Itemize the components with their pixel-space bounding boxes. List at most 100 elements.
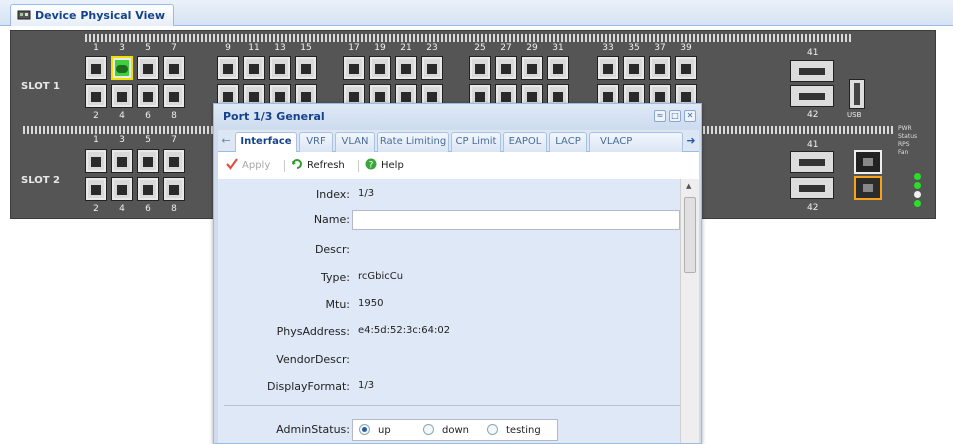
- tab-vrf[interactable]: VRF: [299, 132, 333, 152]
- device-icon: [17, 10, 31, 20]
- ethernet-port[interactable]: [469, 56, 491, 80]
- status-led: [914, 173, 921, 180]
- sfp-number: 41: [807, 140, 819, 150]
- field-vendordescr: VendorDescr:: [218, 349, 680, 371]
- tab-vlan[interactable]: VLAN: [335, 132, 375, 152]
- admin-down-radio[interactable]: down: [423, 424, 469, 436]
- port-number-label: 5: [145, 43, 151, 53]
- ethernet-port[interactable]: [597, 56, 619, 80]
- radio-checked-icon: [359, 424, 370, 435]
- tab-lacp[interactable]: LACP: [549, 132, 587, 152]
- usb-port[interactable]: [849, 79, 865, 109]
- ethernet-port[interactable]: [395, 56, 417, 80]
- refresh-icon: [292, 159, 302, 169]
- radio-unchecked-icon: [487, 424, 498, 435]
- port-number-label: 3: [119, 43, 125, 53]
- sfp-port-42[interactable]: [790, 177, 834, 199]
- legend-pwr: PWR: [898, 125, 912, 132]
- port-number-label: 35: [628, 43, 640, 53]
- ethernet-port[interactable]: [675, 56, 697, 80]
- sfp-number: 41: [807, 48, 819, 58]
- admin-up-radio[interactable]: up: [359, 424, 391, 436]
- help-label: Help: [381, 160, 404, 171]
- ethernet-port[interactable]: [85, 84, 107, 108]
- ethernet-port[interactable]: [137, 84, 159, 108]
- port-number-label: 37: [654, 43, 666, 53]
- ethernet-port[interactable]: [547, 56, 569, 80]
- tab-scroll-left-icon[interactable]: ←: [220, 134, 232, 148]
- status-legend: PWR Status RPS Fan: [898, 125, 917, 157]
- management-port[interactable]: [854, 176, 882, 200]
- ethernet-port[interactable]: [269, 56, 291, 80]
- help-button[interactable]: ? Help: [365, 158, 404, 174]
- field-type: Type: rcGbicCu: [218, 267, 680, 289]
- ethernet-port[interactable]: [85, 56, 107, 80]
- refresh-button[interactable]: Refresh: [291, 158, 345, 174]
- tab-cp-limit[interactable]: CP Limit: [451, 132, 501, 152]
- toolbar-separator: [284, 160, 285, 172]
- ethernet-port[interactable]: [421, 56, 443, 80]
- dialog-toolbar: Apply Refresh ? Help: [218, 152, 699, 179]
- admin-testing-radio[interactable]: testing: [487, 424, 541, 436]
- legend-fan: Fan: [898, 149, 909, 156]
- maximize-icon[interactable]: □: [669, 110, 681, 122]
- port-number-label: 25: [474, 43, 486, 53]
- field-displayformat: DisplayFormat: 1/3: [218, 376, 680, 398]
- toolbar-separator: [358, 160, 359, 172]
- name-input[interactable]: [352, 210, 680, 230]
- physaddress-label: PhysAddress:: [276, 325, 350, 338]
- ethernet-port[interactable]: [163, 56, 185, 80]
- tab-interface[interactable]: Interface: [235, 132, 297, 153]
- index-label: Index:: [316, 188, 350, 201]
- tab-device-physical-view[interactable]: Device Physical View: [10, 4, 174, 26]
- console-port[interactable]: [854, 150, 882, 174]
- scroll-up-icon[interactable]: ▲: [686, 182, 691, 190]
- vendordescr-label: VendorDescr:: [276, 353, 350, 366]
- ethernet-port[interactable]: [623, 56, 645, 80]
- descr-label: Descr:: [314, 243, 350, 256]
- ethernet-port[interactable]: [137, 56, 159, 80]
- scrollbar-thumb[interactable]: [684, 197, 696, 273]
- tab-label: Device Physical View: [35, 9, 165, 22]
- ethernet-port[interactable]: [521, 56, 543, 80]
- radio-label: down: [442, 425, 469, 436]
- close-icon[interactable]: ✕: [684, 110, 696, 122]
- tab-eapol[interactable]: EAPOL: [503, 132, 547, 152]
- status-led: [914, 191, 921, 198]
- port-number-label: 8: [171, 111, 177, 121]
- tab-scroll-right-icon[interactable]: ➜: [685, 134, 697, 148]
- sfp-port-41[interactable]: [790, 60, 834, 82]
- ethernet-port[interactable]: [495, 56, 517, 80]
- port-number-label: 31: [552, 43, 564, 53]
- port-number-label: 7: [171, 43, 177, 53]
- sfp-number: 42: [807, 110, 819, 120]
- tab-rate-limiting[interactable]: Rate Limiting: [377, 132, 449, 152]
- tab-bar: Device Physical View: [0, 0, 953, 26]
- ethernet-port[interactable]: [217, 56, 239, 80]
- ethernet-port[interactable]: [163, 84, 185, 108]
- sfp-port-42[interactable]: [790, 85, 834, 107]
- status-led: [914, 182, 921, 189]
- ethernet-port[interactable]: [243, 56, 265, 80]
- ethernet-port[interactable]: [369, 56, 391, 80]
- tab-vlacp[interactable]: VLACP: [589, 132, 683, 152]
- legend-status: Status: [898, 133, 918, 140]
- adminstatus-label: AdminStatus:: [276, 423, 350, 436]
- ethernet-port[interactable]: [111, 84, 133, 108]
- apply-label: Apply: [242, 160, 271, 171]
- dialog-header[interactable]: Port 1/3 General ≈ □ ✕: [214, 104, 701, 128]
- displayformat-value: 1/3: [358, 380, 375, 391]
- apply-button[interactable]: Apply: [226, 158, 270, 174]
- help-icon: ?: [365, 158, 377, 170]
- form-scrollbar[interactable]: ▲: [680, 179, 699, 443]
- ethernet-port[interactable]: [295, 56, 317, 80]
- ethernet-port[interactable]: [649, 56, 671, 80]
- ethernet-port[interactable]: [343, 56, 365, 80]
- field-mtu: Mtu: 1950: [218, 294, 680, 316]
- collapse-icon[interactable]: ≈: [654, 110, 666, 122]
- sfp-port-41[interactable]: [790, 151, 834, 173]
- port-number-label: 6: [145, 111, 151, 121]
- field-name: Name:: [218, 209, 680, 231]
- port-number-label: 29: [526, 43, 538, 53]
- ethernet-port[interactable]: [111, 56, 133, 80]
